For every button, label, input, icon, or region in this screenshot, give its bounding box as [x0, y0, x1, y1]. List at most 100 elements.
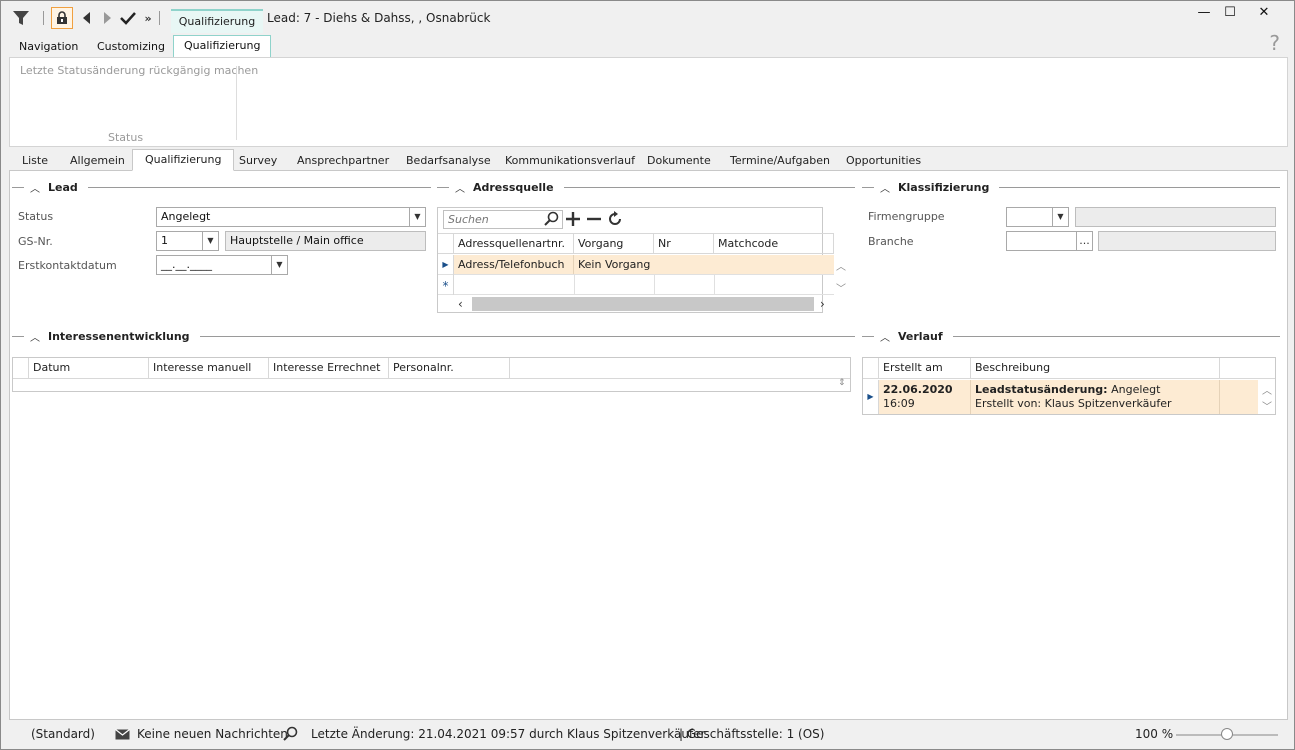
tab-liste[interactable]: Liste	[22, 152, 48, 170]
gs-nr-dropdown[interactable]: 1 ▼	[156, 231, 219, 251]
column-header[interactable]: Nr	[654, 234, 714, 254]
ribbon-group-status: Status	[108, 131, 144, 144]
section-title: Interessenentwicklung	[48, 329, 190, 343]
tab-qualifizierung[interactable]: Qualifizierung	[132, 149, 235, 171]
close-button[interactable]: ✕	[1251, 5, 1277, 23]
toolbar-separator	[159, 11, 160, 25]
erstkontakt-date-input[interactable]: __.__.____ ▼	[156, 255, 288, 275]
scroll-left-icon[interactable]: ‹	[458, 297, 463, 311]
cell-artnr[interactable]: Adress/Telefonbuch	[454, 255, 574, 274]
column-header[interactable]: Matchcode	[714, 234, 834, 254]
messages-label[interactable]: Keine neuen Nachrichten	[137, 727, 288, 741]
tab-dokumente[interactable]: Dokumente	[647, 152, 711, 170]
profile-label[interactable]: (Standard)	[31, 727, 95, 741]
scroll-up-icon[interactable]: ︿	[836, 258, 846, 273]
section-title: Lead	[48, 180, 78, 194]
dropdown-arrow-icon[interactable]: ▼	[1052, 208, 1068, 226]
row-indicator-header	[438, 234, 454, 254]
lock-icon[interactable]	[51, 7, 73, 29]
scroll-down-icon[interactable]: ﹀	[836, 280, 846, 295]
cell-erstellt-am[interactable]: 22.06.2020 16:09	[879, 380, 971, 414]
mail-icon[interactable]	[115, 729, 130, 743]
filter-icon[interactable]	[11, 8, 31, 28]
table-row[interactable]: ▶ 22.06.2020 16:09 Leadstatusänderung: A…	[863, 380, 1258, 414]
ellipsis-button[interactable]: ...	[1076, 232, 1092, 250]
cell-divider	[654, 275, 655, 295]
section-adressquelle-header[interactable]: ︿ Adressquelle	[437, 180, 855, 195]
column-header[interactable]: Adressquellenartnr.	[454, 234, 574, 254]
maximize-button[interactable]: ☐	[1217, 5, 1243, 23]
tab-opportunities[interactable]: Opportunities	[846, 152, 921, 170]
section-interessen-header[interactable]: ︿ Interessenentwicklung	[12, 329, 855, 344]
new-row-marker-icon: *	[438, 275, 454, 295]
more-icon[interactable]: »	[139, 9, 157, 27]
erstkontakt-value: __.__.____	[161, 258, 212, 271]
column-header[interactable]: Interesse Errechnet	[269, 358, 389, 378]
cell-vorgang[interactable]: Kein Vorgang	[574, 255, 654, 274]
search-icon[interactable]	[282, 726, 298, 745]
ribbon-tab-navigation[interactable]: Navigation	[19, 37, 78, 57]
tab-bedarfsanalyse[interactable]: Bedarfsanalyse	[406, 152, 491, 170]
verlauf-desc-label: Leadstatusänderung:	[975, 383, 1108, 396]
section-title: Klassifizierung	[898, 180, 990, 194]
tab-allgemein[interactable]: Allgemein	[70, 152, 125, 170]
branche-lookup[interactable]: ...	[1006, 231, 1093, 251]
table-row[interactable]: ▶ Adress/Telefonbuch Kein Vorgang	[438, 255, 834, 275]
collapse-chevron-icon[interactable]: ︿	[880, 180, 890, 195]
column-header[interactable]: Beschreibung	[971, 358, 1220, 378]
dropdown-arrow-icon[interactable]: ▼	[202, 232, 218, 250]
section-klassifizierung-header[interactable]: ︿ Klassifizierung	[862, 180, 1280, 195]
tab-survey[interactable]: Survey	[239, 152, 277, 170]
refresh-icon[interactable]	[606, 210, 624, 231]
help-icon[interactable]: ?	[1269, 31, 1280, 55]
section-title: Verlauf	[898, 329, 943, 343]
cell-empty[interactable]	[654, 255, 834, 274]
zoom-slider-track[interactable]	[1176, 728, 1278, 740]
last-change-label: Letzte Änderung: 21.04.2021 09:57 durch …	[311, 727, 706, 741]
check-icon[interactable]	[119, 9, 137, 27]
collapse-chevron-icon[interactable]: ︿	[880, 329, 890, 344]
ribbon-tab-customizing[interactable]: Customizing	[97, 37, 165, 57]
scrollbar-thumb[interactable]	[472, 297, 814, 311]
search-icon[interactable]	[544, 211, 560, 230]
scroll-up-icon[interactable]: ︿	[1262, 382, 1272, 397]
horizontal-scrollbar[interactable]: ‹ ›	[454, 296, 825, 312]
tab-kommunikationsverlauf[interactable]: Kommunikationsverlauf	[505, 152, 635, 170]
remove-icon[interactable]	[586, 211, 602, 230]
column-header[interactable]: Vorgang	[574, 234, 654, 254]
undo-status-change-button[interactable]: Letzte Statusänderung rückgängig machen	[20, 64, 258, 77]
ribbon-group-separator	[236, 66, 237, 140]
column-header[interactable]: Erstellt am	[879, 358, 971, 378]
tab-termine-aufgaben[interactable]: Termine/Aufgaben	[730, 152, 830, 170]
column-header[interactable]: Datum	[29, 358, 149, 378]
firmengruppe-name-field	[1075, 207, 1276, 227]
minimize-button[interactable]: —	[1191, 5, 1217, 23]
ribbon-tab-qualifizierung[interactable]: Qualifizierung	[173, 35, 272, 57]
new-row[interactable]: *	[438, 275, 834, 295]
scroll-down-icon[interactable]: ﹀	[1262, 398, 1272, 413]
section-title: Adressquelle	[473, 180, 554, 194]
collapse-chevron-icon[interactable]: ︿	[30, 180, 40, 195]
status-dropdown[interactable]: Angelegt ▼	[156, 207, 426, 227]
gs-name-field: Hauptstelle / Main office	[225, 231, 426, 251]
column-header[interactable]: Personalnr.	[389, 358, 510, 378]
cell-beschreibung[interactable]: Leadstatusänderung: Angelegt Erstellt vo…	[971, 380, 1220, 414]
section-verlauf-header[interactable]: ︿ Verlauf	[862, 329, 1280, 344]
section-lead-header[interactable]: ︿ Lead	[12, 180, 431, 195]
dropdown-arrow-icon[interactable]: ▼	[409, 208, 425, 226]
collapse-chevron-icon[interactable]: ︿	[455, 180, 465, 195]
forward-icon[interactable]	[98, 9, 116, 27]
scroll-updown-icon[interactable]: ⇕	[838, 378, 846, 388]
column-header[interactable]: Interesse manuell	[149, 358, 269, 378]
gs-nr-value: 1	[161, 234, 168, 247]
firmengruppe-dropdown[interactable]: ▼	[1006, 207, 1069, 227]
row-selector-icon: ▶	[863, 380, 879, 414]
branch-label: | Geschäftsstelle: 1 (OS)	[679, 727, 825, 741]
add-icon[interactable]	[565, 211, 581, 230]
collapse-chevron-icon[interactable]: ︿	[30, 329, 40, 344]
calendar-dropdown-icon[interactable]: ▼	[271, 256, 287, 274]
tab-ansprechpartner[interactable]: Ansprechpartner	[297, 152, 389, 170]
zoom-slider-thumb[interactable]	[1221, 728, 1233, 740]
back-icon[interactable]	[78, 9, 96, 27]
scroll-right-icon[interactable]: ›	[820, 297, 825, 311]
